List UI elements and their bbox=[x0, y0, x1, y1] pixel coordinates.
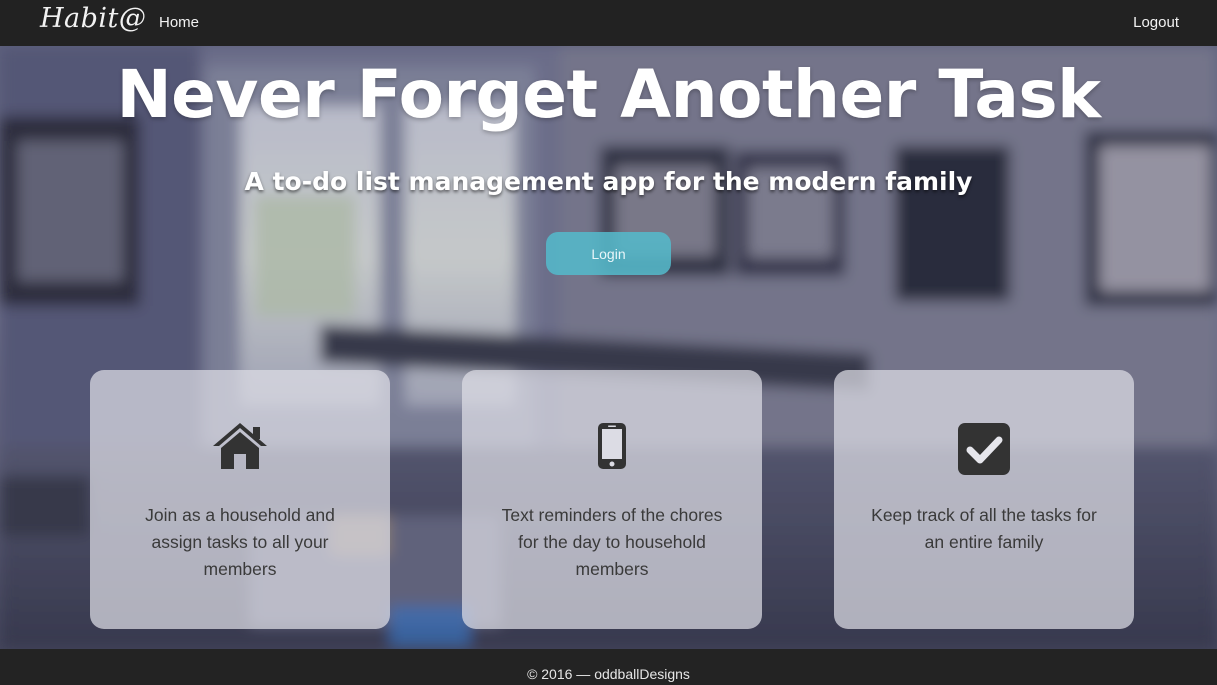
feature-card-tracking: Keep track of all the tasks for an entir… bbox=[834, 370, 1134, 629]
nav-home-link[interactable]: Home bbox=[159, 14, 199, 31]
feature-text: Join as a household and assign tasks to … bbox=[145, 505, 335, 579]
house-icon bbox=[90, 423, 390, 473]
login-button[interactable]: Login bbox=[546, 232, 671, 275]
smartphone-icon bbox=[462, 423, 762, 473]
nav-logout-link[interactable]: Logout bbox=[1133, 14, 1179, 31]
hero-title: Never Forget Another Task bbox=[116, 56, 1101, 133]
feature-text: Text reminders of the chores for the day… bbox=[501, 505, 723, 579]
feature-text: Keep track of all the tasks for an entir… bbox=[871, 505, 1097, 552]
feature-card-household: Join as a household and assign tasks to … bbox=[90, 370, 390, 629]
hero-subtitle: A to-do list management app for the mode… bbox=[244, 167, 973, 196]
footer: © 2016 — oddballDesigns bbox=[0, 649, 1217, 685]
checkbox-checked-icon bbox=[834, 423, 1134, 475]
footer-copyright: © 2016 — oddballDesigns bbox=[527, 666, 690, 682]
feature-card-reminders: Text reminders of the chores for the day… bbox=[462, 370, 762, 629]
navbar: Habit@ Home Logout bbox=[0, 0, 1217, 46]
brand-logo[interactable]: Habit@ bbox=[40, 3, 146, 34]
hero-section: Never Forget Another Task A to-do list m… bbox=[0, 46, 1217, 649]
